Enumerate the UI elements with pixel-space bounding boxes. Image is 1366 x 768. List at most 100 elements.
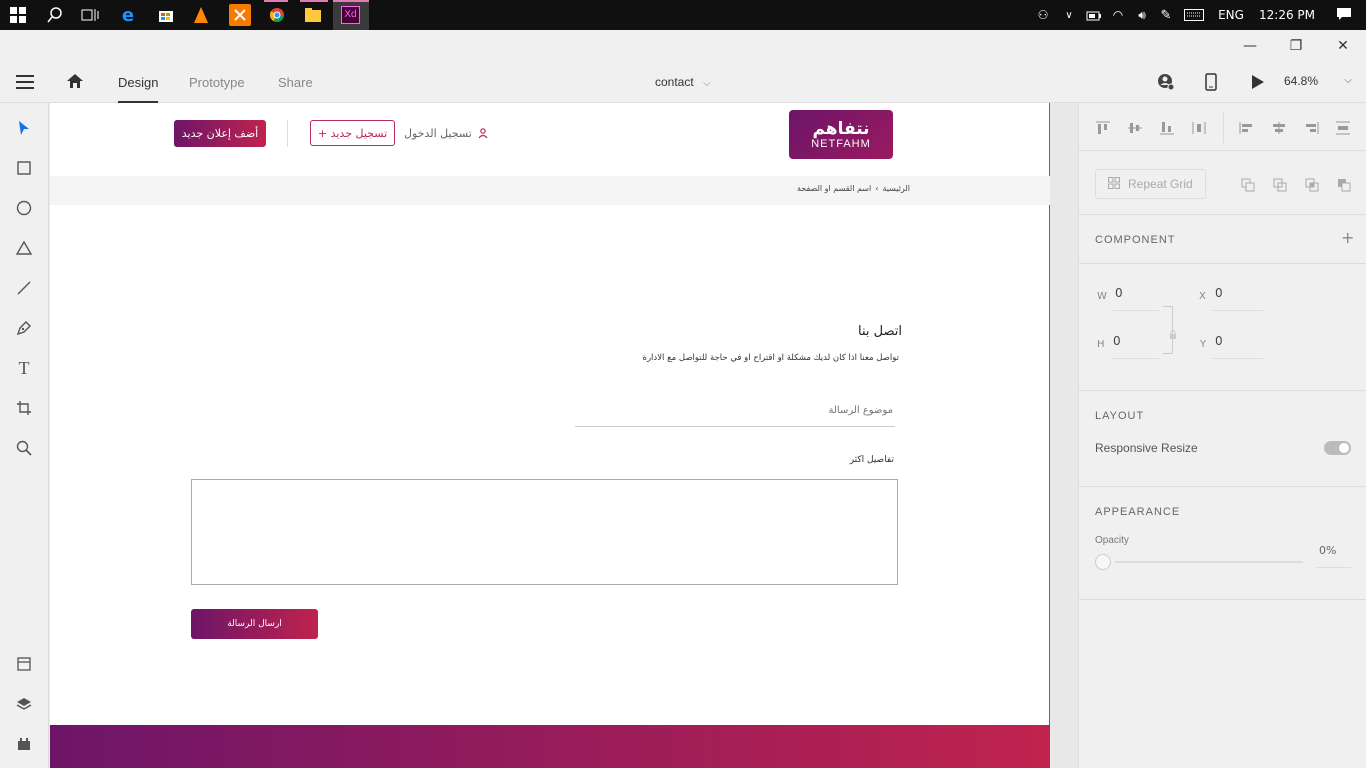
boolean-subtract-icon[interactable] bbox=[1273, 177, 1287, 196]
language-indicator[interactable]: ENG bbox=[1210, 8, 1252, 22]
zoom-dropdown[interactable]: 64.8% ⌵ bbox=[1284, 62, 1358, 103]
edge-icon[interactable]: e bbox=[117, 4, 139, 26]
select-tool-icon[interactable] bbox=[12, 116, 36, 140]
chevron-down-icon: ⌵ bbox=[703, 78, 711, 89]
search-icon[interactable] bbox=[44, 4, 66, 26]
opacity-slider-track[interactable] bbox=[1115, 561, 1303, 563]
rectangle-tool-icon[interactable] bbox=[12, 156, 36, 180]
appearance-section: APPEARANCE Opacity 0% bbox=[1079, 487, 1366, 600]
align-bottom-icon[interactable] bbox=[1159, 120, 1175, 139]
task-view-icon[interactable] bbox=[79, 4, 101, 26]
lock-icon[interactable] bbox=[1169, 325, 1177, 344]
file-explorer-icon[interactable] bbox=[302, 4, 324, 26]
responsive-resize-toggle[interactable] bbox=[1324, 441, 1351, 455]
footer-bar bbox=[50, 725, 1050, 768]
send-message-button[interactable]: ارسال الرسالة bbox=[191, 609, 318, 639]
artboard-contact[interactable]: أضف إعلان جديد + تسجيل جديد تسجيل الدخول… bbox=[50, 103, 1050, 768]
home-icon[interactable] bbox=[66, 73, 84, 93]
layout-section: LAYOUT Responsive Resize bbox=[1079, 391, 1366, 487]
register-button[interactable]: + تسجيل جديد bbox=[310, 120, 395, 146]
distribute-vertical-icon[interactable] bbox=[1335, 120, 1351, 139]
design-canvas[interactable]: أضف إعلان جديد + تسجيل جديد تسجيل الدخول… bbox=[49, 103, 1078, 768]
device-preview-icon[interactable] bbox=[1205, 73, 1217, 95]
plugins-panel-icon[interactable] bbox=[12, 732, 36, 756]
toggle-knob bbox=[1339, 443, 1349, 453]
details-textarea[interactable] bbox=[191, 479, 898, 585]
document-title: contact bbox=[655, 75, 694, 89]
subject-input[interactable] bbox=[575, 395, 895, 427]
zoom-tool-icon[interactable] bbox=[12, 436, 36, 460]
clock[interactable]: 12:26 PM bbox=[1252, 8, 1322, 22]
align-right-icon[interactable] bbox=[1303, 120, 1319, 139]
document-title-dropdown[interactable]: contact ⌵ bbox=[655, 62, 711, 103]
tools-sidebar: T bbox=[0, 103, 49, 768]
distribute-horizontal-icon[interactable] bbox=[1191, 120, 1207, 139]
x-label: X bbox=[1199, 291, 1206, 302]
opacity-input[interactable]: 0% bbox=[1317, 544, 1351, 568]
text-tool-icon[interactable]: T bbox=[12, 356, 36, 380]
x-input[interactable]: 0 bbox=[1213, 286, 1263, 311]
polygon-tool-icon[interactable] bbox=[12, 236, 36, 260]
component-label: COMPONENT bbox=[1095, 234, 1176, 246]
wifi-icon[interactable]: ◠ bbox=[1106, 8, 1130, 22]
keyboard-icon[interactable] bbox=[1178, 6, 1210, 25]
taskbar-indicator bbox=[333, 0, 369, 2]
breadcrumb-home[interactable]: الرئيسية bbox=[882, 184, 910, 193]
windows-start-icon[interactable] bbox=[7, 4, 29, 26]
tab-share[interactable]: Share bbox=[278, 62, 313, 103]
battery-icon[interactable] bbox=[1082, 6, 1106, 25]
user-icon bbox=[478, 124, 488, 143]
play-preview-icon[interactable] bbox=[1251, 74, 1265, 94]
chrome-icon[interactable] bbox=[266, 4, 288, 26]
system-tray: ⚇ ∨ ◠ 🔊︎ ✎ ENG 12:26 PM bbox=[1030, 0, 1366, 30]
repeat-grid-button[interactable]: Repeat Grid bbox=[1095, 169, 1206, 199]
layers-panel-icon[interactable] bbox=[12, 692, 36, 716]
boolean-intersect-icon[interactable] bbox=[1305, 177, 1319, 196]
align-top-icon[interactable] bbox=[1095, 120, 1111, 134]
xampp-icon[interactable] bbox=[229, 4, 251, 26]
login-text: تسجيل الدخول bbox=[404, 126, 472, 140]
divider bbox=[1223, 111, 1224, 143]
align-left-icon[interactable] bbox=[1239, 120, 1255, 139]
artboard-tool-icon[interactable] bbox=[12, 396, 36, 420]
add-ad-button[interactable]: أضف إعلان جديد bbox=[174, 120, 266, 147]
user-share-icon[interactable] bbox=[1157, 73, 1175, 95]
assets-panel-icon[interactable] bbox=[12, 652, 36, 676]
vlc-icon[interactable] bbox=[190, 4, 212, 26]
contact-subtitle: تواصل معنا اذا كان لديك مشكلة او اقتراح … bbox=[642, 353, 899, 363]
line-tool-icon[interactable] bbox=[12, 276, 36, 300]
ellipse-tool-icon[interactable] bbox=[12, 196, 36, 220]
align-center-icon[interactable] bbox=[1271, 120, 1287, 139]
tab-prototype[interactable]: Prototype bbox=[189, 62, 245, 103]
y-input[interactable]: 0 bbox=[1213, 334, 1263, 359]
login-link[interactable]: تسجيل الدخول bbox=[404, 125, 488, 141]
restore-button[interactable]: ❐ bbox=[1273, 30, 1319, 62]
minimize-button[interactable]: — bbox=[1227, 30, 1273, 62]
height-input[interactable]: 0 bbox=[1111, 334, 1159, 359]
responsive-resize-label: Responsive Resize bbox=[1095, 441, 1198, 455]
hamburger-menu-icon[interactable] bbox=[16, 74, 34, 94]
chevron-up-icon[interactable]: ∨ bbox=[1056, 10, 1082, 21]
breadcrumb-current: اسم القسم او الصفحة bbox=[797, 184, 872, 193]
add-component-icon[interactable]: + bbox=[1341, 228, 1354, 247]
taskbar-active-app[interactable]: Xd bbox=[333, 0, 369, 30]
repeat-grid-label: Repeat Grid bbox=[1128, 177, 1193, 191]
netfahm-logo[interactable]: نتفاهم NETFAHM bbox=[789, 110, 893, 159]
taskbar-indicator bbox=[264, 0, 288, 2]
people-icon[interactable]: ⚇ bbox=[1030, 8, 1056, 22]
volume-icon[interactable]: 🔊︎ bbox=[1130, 8, 1154, 23]
header-divider bbox=[287, 120, 288, 147]
breadcrumb-separator: › bbox=[875, 184, 879, 193]
boolean-exclude-icon[interactable] bbox=[1337, 177, 1351, 196]
transform-section: W 0 X 0 H 0 Y 0 bbox=[1079, 264, 1366, 391]
opacity-slider-handle[interactable] bbox=[1095, 554, 1111, 570]
width-input[interactable]: 0 bbox=[1113, 286, 1159, 311]
store-icon[interactable] bbox=[155, 4, 177, 26]
pen-tool-icon[interactable] bbox=[12, 316, 36, 340]
close-button[interactable]: ✕ bbox=[1320, 30, 1366, 62]
tab-design[interactable]: Design bbox=[118, 62, 159, 103]
boolean-add-icon[interactable] bbox=[1241, 177, 1255, 196]
notifications-icon[interactable] bbox=[1322, 6, 1366, 25]
pen-icon[interactable]: ✎ bbox=[1154, 8, 1178, 23]
align-middle-icon[interactable] bbox=[1127, 120, 1143, 139]
